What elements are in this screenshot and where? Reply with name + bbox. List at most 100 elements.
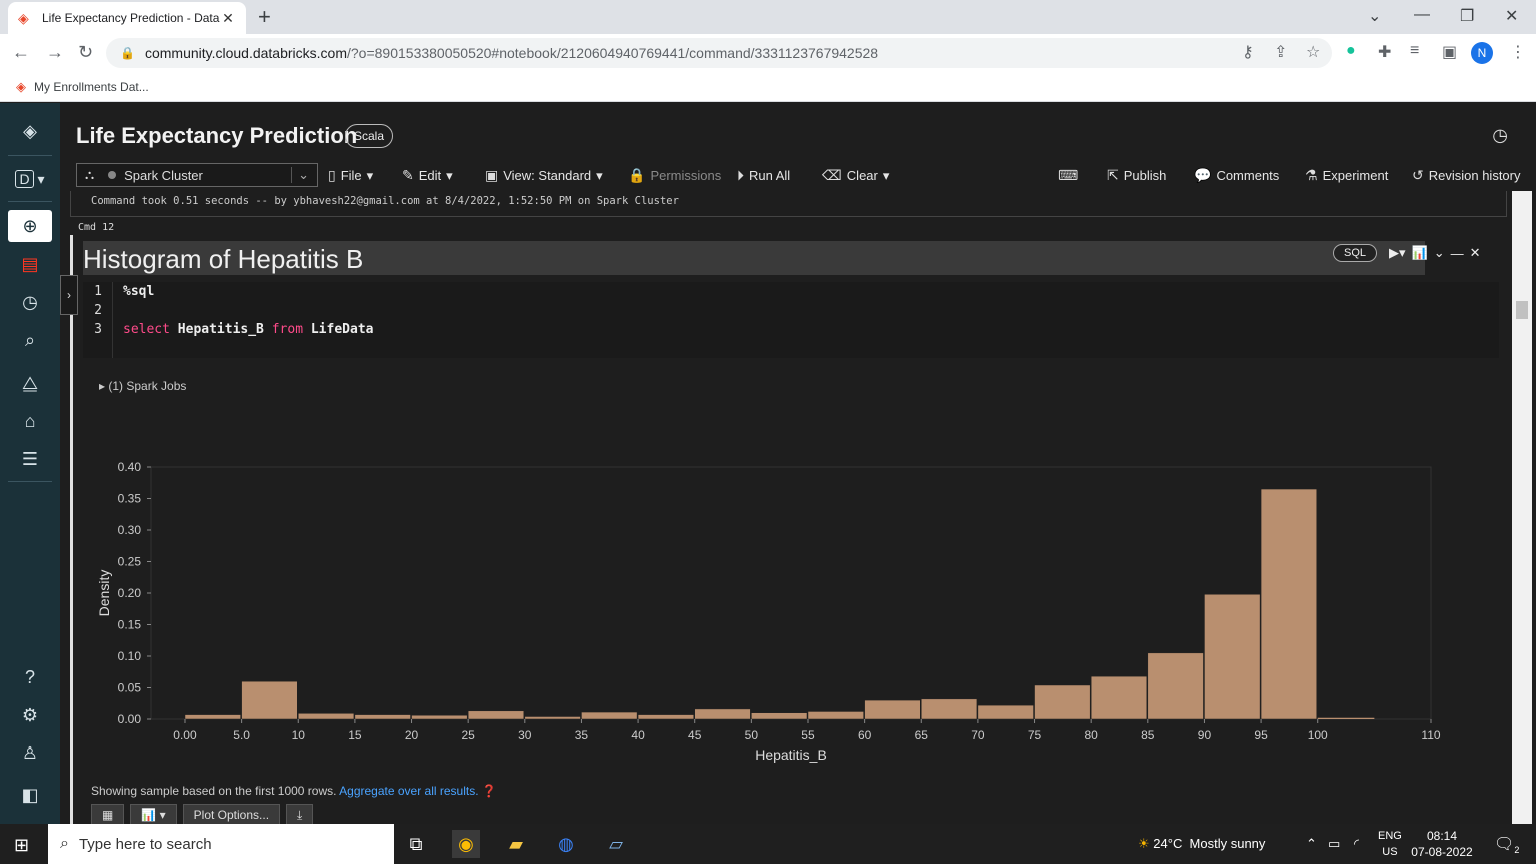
sidebar-divider — [8, 201, 52, 202]
forward-icon[interactable]: → — [46, 42, 64, 63]
clock[interactable]: 08:14 07-08-2022 — [1410, 828, 1474, 860]
notification-icon[interactable]: 🗨2 — [1494, 834, 1519, 855]
cell-menu-chevron-icon[interactable]: ⌄ — [1434, 245, 1445, 261]
histogram-bar — [1034, 684, 1091, 720]
cell-title[interactable]: Histogram of Hepatitis B — [83, 241, 1425, 275]
cell-expand-chevron-icon[interactable]: › — [60, 275, 78, 315]
spark-jobs-toggle[interactable]: ▸ (1) Spark Jobs — [99, 379, 186, 393]
cluster-selector[interactable]: ⛬ Spark Cluster ⌄ — [76, 163, 318, 187]
wifi-icon[interactable]: ◜ — [1354, 836, 1359, 852]
edit-menu[interactable]: ✎ Edit ▾ — [402, 167, 453, 184]
publish-button[interactable]: ⇱ Publish — [1107, 167, 1166, 184]
share-icon[interactable]: ⇪ — [1274, 42, 1287, 62]
histogram-bar — [807, 711, 864, 720]
taskbar-search[interactable]: ⌕ Type here to search — [48, 824, 394, 864]
clear-menu-label: Clear — [846, 168, 878, 183]
search-icon[interactable]: ⌕ — [8, 324, 52, 356]
profile-avatar[interactable]: N — [1471, 42, 1493, 64]
bookmark-item[interactable]: My Enrollments Dat... — [34, 80, 149, 94]
tray-chevron-icon[interactable]: ⌃ — [1306, 836, 1317, 852]
key-icon[interactable]: ⚷ — [1242, 42, 1254, 62]
comments-button[interactable]: 💬 Comments — [1194, 167, 1279, 184]
keyboard-shortcuts-button[interactable]: ⌨ — [1058, 167, 1078, 184]
create-icon[interactable]: ⊕ — [8, 210, 52, 242]
recents-icon[interactable]: ◷ — [8, 286, 52, 318]
settings-gear-icon[interactable]: ⚙ — [8, 699, 52, 731]
file-explorer-icon[interactable]: ▰ — [502, 830, 530, 858]
databricks-logo-icon[interactable]: ◈ — [8, 115, 52, 147]
histogram-bar — [1260, 488, 1317, 720]
run-cell-icon[interactable]: ▶▾ — [1389, 245, 1406, 261]
compute-icon[interactable]: ⌂ — [8, 405, 52, 437]
notebook-cell[interactable]: › Histogram of Hepatitis B SQL ▶▾ 📊 ⌄ — … — [60, 235, 1507, 835]
code-line: select Hepatitis_B from LifeData — [123, 320, 373, 339]
chart-type-button[interactable]: 📊 ▾ — [130, 804, 177, 826]
x-tick-label: 25 — [461, 728, 475, 742]
notepad-icon[interactable]: ▱ — [602, 830, 630, 858]
view-menu[interactable]: ▣ View: Standard ▾ — [485, 167, 603, 184]
edit-icon: ✎ — [402, 167, 414, 183]
browser-tab[interactable]: ◈ Life Expectancy Prediction - Data ✕ — [8, 2, 246, 34]
notebook-body: Command took 0.51 seconds -- by ybhavesh… — [60, 191, 1536, 835]
language-indicator[interactable]: ENG US — [1378, 828, 1402, 860]
table-view-button[interactable]: ▦ — [91, 804, 125, 826]
bookmark-star-icon[interactable]: ☆ — [1306, 42, 1320, 62]
x-tick-label: 5.0 — [233, 728, 250, 742]
permissions-button[interactable]: 🔒 Permissions — [628, 167, 721, 184]
weather-widget[interactable]: ☀ 24°C Mostly sunny — [1138, 836, 1265, 852]
run-all-button[interactable]: ⏵ Run All — [737, 167, 790, 184]
collapse-sidebar-icon[interactable]: ◧ — [8, 779, 52, 811]
chrome-icon[interactable]: ◉ — [452, 830, 480, 858]
notebook-title[interactable]: Life Expectancy Prediction — [76, 123, 357, 149]
jobs-icon[interactable]: ☰ — [8, 443, 52, 475]
user-icon[interactable]: ♙ — [8, 737, 52, 769]
plot-options-button[interactable]: Plot Options... — [182, 804, 281, 826]
code-line: %sql — [123, 284, 155, 299]
aggregate-link[interactable]: Aggregate over all results. — [339, 784, 478, 798]
grammarly-icon[interactable]: ● — [1346, 42, 1356, 60]
new-tab-button[interactable]: + — [258, 4, 271, 30]
reload-icon[interactable]: ↻ — [78, 42, 93, 63]
minimize-cell-icon[interactable]: — — [1451, 246, 1464, 261]
address-bar[interactable]: 🔒 community.cloud.databricks.com/?o=8901… — [106, 38, 1332, 68]
clear-menu[interactable]: ⌫ Clear ▾ — [822, 167, 889, 184]
revision-history-button[interactable]: ↺ Revision history — [1412, 167, 1521, 184]
histogram-bar — [1147, 652, 1204, 720]
workspace-switcher[interactable]: D ▾ — [8, 163, 52, 195]
vertical-scrollbar[interactable] — [1512, 191, 1532, 824]
app-icon[interactable]: ◍ — [552, 830, 580, 858]
tab-search-icon[interactable]: ⌄ — [1368, 6, 1381, 26]
scrollbar-thumb[interactable] — [1516, 301, 1528, 319]
y-tick-label: 0.35 — [118, 492, 142, 506]
experiment-button[interactable]: ⚗ Experiment — [1305, 167, 1388, 184]
search-icon: ⌕ — [60, 835, 69, 852]
cell-language-badge[interactable]: SQL — [1333, 244, 1378, 262]
close-tab-icon[interactable]: ✕ — [220, 10, 236, 27]
chart-icon[interactable]: 📊 — [1412, 245, 1428, 261]
workspace-icon[interactable]: ▤ — [8, 248, 52, 280]
menu-kebab-icon[interactable]: ⋮ — [1510, 42, 1526, 62]
bookmarks-bar: ◈ My Enrollments Dat... — [0, 72, 1536, 102]
delete-cell-icon[interactable]: ✕ — [1470, 245, 1481, 261]
cluster-icon: ⛬ — [85, 167, 95, 182]
download-icon[interactable]: ⤓ — [286, 804, 314, 826]
code-editor[interactable]: 1 2 3 %sql select Hepatitis_B from LifeD… — [83, 282, 1499, 358]
maximize-button[interactable]: ❐ — [1460, 6, 1474, 26]
back-icon[interactable]: ← — [12, 42, 30, 63]
chevron-down-icon: ⌄ — [291, 167, 309, 183]
notebook-language-badge[interactable]: Scala — [345, 124, 394, 148]
help-icon[interactable]: ❓ — [482, 784, 497, 798]
task-view-icon[interactable]: ⧉ — [402, 830, 430, 858]
extensions-icon[interactable]: ✚ — [1378, 42, 1391, 62]
side-panel-icon[interactable]: ▣ — [1442, 42, 1457, 62]
file-menu[interactable]: ▯ File ▾ — [328, 167, 373, 184]
media-icon[interactable]: ≡ — [1410, 42, 1419, 60]
windows-start-icon[interactable]: ⊞ — [14, 835, 29, 856]
battery-icon[interactable]: ▭ — [1328, 836, 1340, 852]
schedule-clock-icon[interactable]: ◷ — [1492, 125, 1508, 146]
minimize-button[interactable]: — — [1414, 6, 1430, 24]
data-icon[interactable]: ⧋ — [8, 367, 52, 399]
help-icon[interactable]: ? — [8, 661, 52, 693]
close-window-button[interactable]: ✕ — [1505, 6, 1518, 26]
